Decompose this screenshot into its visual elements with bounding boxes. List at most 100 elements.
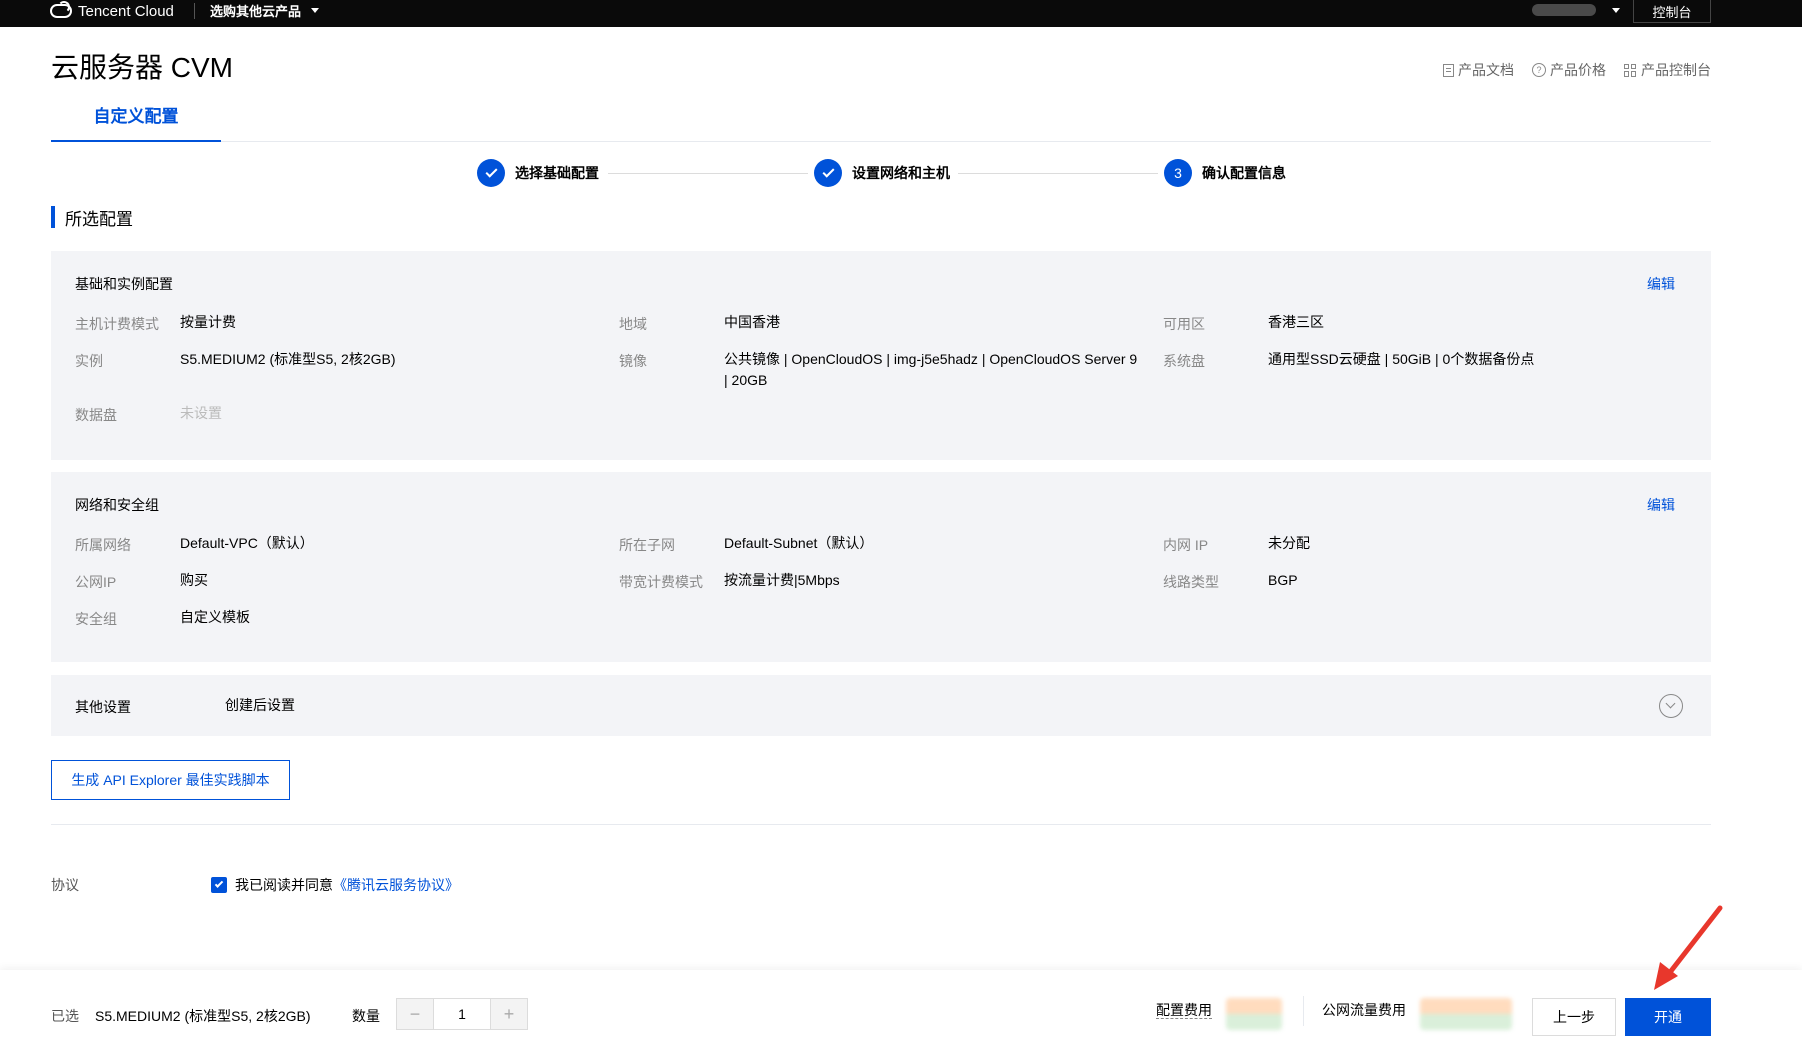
subnet-label: 所在子网 bbox=[619, 537, 675, 553]
section-accent-bar bbox=[51, 206, 55, 228]
vpc-value: Default-VPC（默认） bbox=[180, 535, 314, 551]
selected-label: 已选 bbox=[51, 1008, 79, 1024]
panel-title: 网络和安全组 bbox=[75, 497, 159, 513]
tab-custom-config[interactable]: 自定义配置 bbox=[51, 102, 221, 142]
basic-instance-panel: 基础和实例配置 编辑 主机计费模式 按量计费 地域 中国香港 可用区 香港三区 … bbox=[51, 251, 1711, 460]
service-agreement-link[interactable]: 《腾讯云服务协议》 bbox=[333, 875, 459, 895]
increment-button[interactable]: + bbox=[491, 999, 527, 1029]
zone-label: 可用区 bbox=[1163, 316, 1205, 332]
public-ip-label: 公网IP bbox=[75, 574, 117, 590]
agreement-text: 我已阅读并同意 bbox=[235, 877, 333, 893]
step-connector bbox=[608, 173, 808, 174]
top-navbar: Tencent Cloud 选购其他云产品 控制台 bbox=[0, 0, 1802, 27]
instance-label: 实例 bbox=[75, 353, 103, 369]
grid-icon bbox=[1624, 63, 1637, 77]
document-icon bbox=[1443, 63, 1454, 77]
panel-title: 其他设置 bbox=[75, 699, 131, 715]
step-done-check-icon bbox=[814, 159, 842, 187]
section-title: 所选配置 bbox=[65, 209, 133, 229]
chevron-down-icon bbox=[311, 7, 320, 13]
line-type-value: BGP bbox=[1268, 572, 1298, 588]
region-value: 中国香港 bbox=[724, 314, 780, 330]
product-console-label: 产品控制台 bbox=[1641, 62, 1711, 78]
step-confirm-config: 3 确认配置信息 bbox=[1164, 159, 1286, 187]
step-label: 确认配置信息 bbox=[1202, 165, 1286, 181]
billing-value: 按量计费 bbox=[180, 314, 236, 330]
edit-basic-link[interactable]: 编辑 bbox=[1647, 274, 1675, 294]
step-done-check-icon bbox=[477, 159, 505, 187]
products-menu[interactable]: 选购其他云产品 bbox=[210, 0, 320, 20]
cloud-logo-icon bbox=[50, 1, 72, 18]
config-fee-amount-blurred bbox=[1226, 998, 1282, 1030]
product-docs-label: 产品文档 bbox=[1458, 62, 1514, 78]
step-basic-config: 选择基础配置 bbox=[477, 159, 599, 187]
quantity-input[interactable]: 1 bbox=[433, 999, 491, 1029]
section-header: 所选配置 bbox=[51, 206, 133, 229]
agreement-checkbox[interactable] bbox=[211, 877, 227, 893]
step-network-host: 设置网络和主机 bbox=[814, 159, 950, 187]
traffic-fee-amount-blurred bbox=[1420, 998, 1512, 1030]
navbar-divider bbox=[194, 3, 195, 19]
tab-bar-rule bbox=[51, 141, 1711, 142]
vpc-label: 所属网络 bbox=[75, 537, 131, 553]
header-links: 产品文档 ? 产品价格 产品控制台 bbox=[1443, 60, 1711, 80]
security-group-value: 自定义模板 bbox=[180, 609, 250, 625]
product-docs-link[interactable]: 产品文档 bbox=[1443, 60, 1514, 80]
image-value-line1: 公共镜像 | OpenCloudOS | img-j5e5hadz | Open… bbox=[724, 351, 1138, 367]
step-connector bbox=[958, 173, 1158, 174]
network-security-panel: 网络和安全组 编辑 所属网络 Default-VPC（默认） 所在子网 Defa… bbox=[51, 472, 1711, 662]
content-divider bbox=[51, 824, 1711, 825]
account-chevron-down-icon[interactable] bbox=[1612, 8, 1620, 13]
agreement-row: 我已阅读并同意 《腾讯云服务协议》 bbox=[211, 875, 459, 895]
expand-chevron-icon[interactable] bbox=[1659, 694, 1683, 718]
other-settings-panel[interactable]: 其他设置 创建后设置 bbox=[51, 675, 1711, 736]
step-number: 3 bbox=[1164, 159, 1192, 187]
bandwidth-label: 带宽计费模式 bbox=[619, 574, 703, 590]
step-label: 选择基础配置 bbox=[515, 165, 599, 181]
config-fee-label[interactable]: 配置费用 bbox=[1156, 1002, 1212, 1019]
sysdisk-label: 系统盘 bbox=[1163, 353, 1205, 369]
public-ip-value: 购买 bbox=[180, 572, 208, 588]
quantity-label: 数量 bbox=[352, 1008, 380, 1024]
product-console-link[interactable]: 产品控制台 bbox=[1624, 60, 1711, 80]
open-purchase-button[interactable]: 开通 bbox=[1625, 998, 1711, 1036]
billing-label: 主机计费模式 bbox=[75, 316, 159, 332]
tencent-cloud-logo[interactable]: Tencent Cloud bbox=[50, 0, 174, 22]
api-explorer-button[interactable]: 生成 API Explorer 最佳实践脚本 bbox=[51, 760, 290, 800]
decrement-button[interactable]: − bbox=[397, 999, 433, 1029]
user-account-blurred[interactable] bbox=[1532, 4, 1596, 16]
private-ip-label: 内网 IP bbox=[1163, 537, 1209, 553]
products-menu-label: 选购其他云产品 bbox=[210, 3, 302, 19]
private-ip-value: 未分配 bbox=[1268, 535, 1310, 551]
security-group-label: 安全组 bbox=[75, 611, 117, 627]
image-value: 公共镜像 | OpenCloudOS | img-j5e5hadz | Open… bbox=[724, 349, 1144, 391]
step-label: 设置网络和主机 bbox=[852, 165, 950, 181]
fee-separator bbox=[1303, 996, 1304, 1026]
edit-network-link[interactable]: 编辑 bbox=[1647, 495, 1675, 515]
bottom-action-bar: 已选 S5.MEDIUM2 (标准型S5, 2核2GB) 数量 − 1 + 配置… bbox=[0, 970, 1802, 1046]
agreement-label: 协议 bbox=[51, 877, 79, 893]
quantity-stepper: − 1 + bbox=[396, 998, 528, 1030]
product-price-label: 产品价格 bbox=[1550, 62, 1606, 78]
datadisk-value: 未设置 bbox=[180, 405, 222, 421]
other-settings-value: 创建后设置 bbox=[225, 697, 295, 713]
bandwidth-value: 按流量计费|5Mbps bbox=[724, 572, 840, 588]
image-label: 镜像 bbox=[619, 353, 647, 369]
image-value-line2: | 20GB bbox=[724, 372, 768, 388]
datadisk-label: 数据盘 bbox=[75, 407, 117, 423]
previous-step-button[interactable]: 上一步 bbox=[1532, 998, 1616, 1036]
panel-title: 基础和实例配置 bbox=[75, 276, 173, 292]
instance-value: S5.MEDIUM2 (标准型S5, 2核2GB) bbox=[180, 351, 396, 367]
traffic-fee-label[interactable]: 公网流量费用 bbox=[1322, 1002, 1406, 1018]
product-price-link[interactable]: ? 产品价格 bbox=[1532, 60, 1606, 80]
brand-name: Tencent Cloud bbox=[78, 2, 174, 20]
line-type-label: 线路类型 bbox=[1163, 574, 1219, 590]
question-circle-icon: ? bbox=[1532, 63, 1546, 77]
page-title: 云服务器 CVM bbox=[51, 52, 234, 83]
region-label: 地域 bbox=[619, 316, 647, 332]
zone-value: 香港三区 bbox=[1268, 314, 1324, 330]
annotation-arrow-icon bbox=[1654, 905, 1723, 990]
console-button[interactable]: 控制台 bbox=[1633, 0, 1711, 23]
sysdisk-value: 通用型SSD云硬盘 | 50GiB | 0个数据备份点 bbox=[1268, 351, 1535, 367]
selected-value: S5.MEDIUM2 (标准型S5, 2核2GB) bbox=[95, 1008, 311, 1024]
